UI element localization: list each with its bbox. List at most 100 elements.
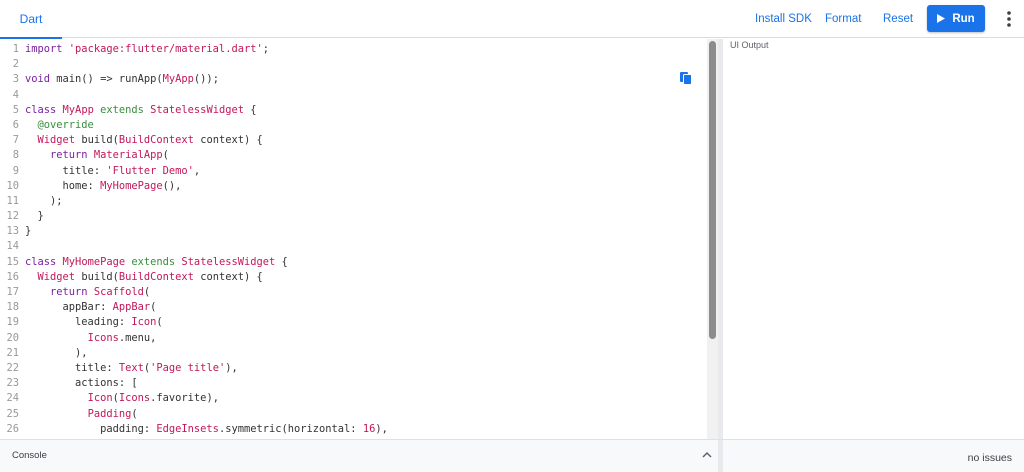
code-line[interactable]: class MyApp extends StatelessWidget { xyxy=(25,103,705,118)
code-line[interactable]: return Scaffold( xyxy=(25,285,705,300)
code-token: ( xyxy=(162,149,169,162)
code-line[interactable]: @override xyxy=(25,118,705,133)
ui-output-title: UI Output xyxy=(730,40,769,50)
code-token: appBar: xyxy=(25,301,113,314)
run-button[interactable]: Run xyxy=(927,5,985,32)
code-token: build( xyxy=(75,134,119,147)
code-line[interactable]: ); xyxy=(25,194,705,209)
code-token: ( xyxy=(143,286,151,298)
line-number: 24 xyxy=(6,392,19,405)
code-line[interactable]: actions: [ xyxy=(25,376,705,391)
code-line[interactable]: title: 'Flutter Demo', xyxy=(25,164,705,179)
console-toggle[interactable]: Console xyxy=(12,450,47,461)
code-token: AppBar xyxy=(112,301,151,314)
code-line[interactable]: padding: EdgeInsets.symmetric(horizontal… xyxy=(25,422,705,437)
code-token: extends xyxy=(131,255,182,268)
more-vert-icon[interactable] xyxy=(1000,9,1018,29)
code-token: padding: xyxy=(25,422,157,435)
code-token: ( xyxy=(156,316,163,329)
code-line[interactable] xyxy=(25,57,705,72)
code-token: Icon xyxy=(87,392,113,405)
code-token: MyApp xyxy=(162,73,194,86)
format-button[interactable]: Format xyxy=(825,0,861,38)
console-bar: Console no issues xyxy=(0,439,1024,472)
code-line[interactable]: void main() => runApp(MyApp()); xyxy=(25,72,705,87)
code-line[interactable]: title: Text('Page title'), xyxy=(25,361,705,376)
code-token: Widget xyxy=(37,134,76,147)
code-token: MyHomePage xyxy=(100,179,163,192)
line-number: 23 xyxy=(6,377,19,390)
code-token: 'package:flutter/material.dart' xyxy=(68,43,263,55)
code-line[interactable]: return MaterialApp( xyxy=(25,148,705,163)
code-line[interactable] xyxy=(25,239,705,254)
code-token: { xyxy=(275,255,288,268)
code-token: Icons xyxy=(87,331,119,344)
code-area[interactable]: import 'package:flutter/material.dart'; v… xyxy=(25,39,705,439)
code-line[interactable]: Icons.menu, xyxy=(25,331,705,346)
tab-dart-label: Dart xyxy=(19,12,43,26)
code-token: title: xyxy=(25,164,107,177)
code-token: build( xyxy=(75,270,119,283)
code-token: .menu, xyxy=(118,331,157,344)
code-line[interactable]: Padding( xyxy=(25,407,705,422)
reset-button[interactable]: Reset xyxy=(883,0,913,38)
code-line[interactable]: Widget build(BuildContext context) { xyxy=(25,270,705,285)
code-token: , xyxy=(193,164,201,177)
install-sdk-button[interactable]: Install SDK xyxy=(755,0,812,38)
line-number-gutter: 1 2 3 4 5 6 7 8 9 10 11 12 13 14 15 16 17 18 19 20 21 22 23 24 2… xyxy=(0,39,22,439)
line-number: 22 xyxy=(6,361,19,374)
code-token: } xyxy=(25,225,32,238)
code-token: @override xyxy=(37,118,94,131)
tab-dart[interactable]: Dart xyxy=(0,0,62,39)
editor-scrollbar[interactable] xyxy=(707,39,718,439)
line-number: 6 xyxy=(12,118,19,131)
line-number: 26 xyxy=(6,422,19,435)
code-line[interactable] xyxy=(25,88,705,103)
scrollbar-thumb[interactable] xyxy=(709,41,716,339)
line-number: 25 xyxy=(6,407,19,420)
code-token: ), xyxy=(25,346,88,359)
code-token: StatelessWidget xyxy=(181,255,276,268)
code-line[interactable]: leading: Icon( xyxy=(25,315,705,330)
code-line[interactable]: } xyxy=(25,209,705,224)
code-editor[interactable]: 1 2 3 4 5 6 7 8 9 10 11 12 13 14 15 16 17 18 19 20 21 22 23 24 2… xyxy=(0,39,718,439)
code-line[interactable]: Widget build(BuildContext context) { xyxy=(25,133,705,148)
code-token: .favorite), xyxy=(150,392,219,405)
code-token: } xyxy=(25,210,44,223)
code-token: ), xyxy=(375,422,388,435)
code-token: leading: xyxy=(25,316,132,329)
panel-divider xyxy=(718,440,723,472)
code-line[interactable]: Icon(Icons.favorite), xyxy=(25,391,705,406)
line-number: 3 xyxy=(12,73,19,86)
line-number: 16 xyxy=(6,270,19,283)
code-line[interactable]: } xyxy=(25,224,705,239)
issues-status: no issues xyxy=(967,452,1012,464)
line-number: 9 xyxy=(12,164,19,177)
code-token: Scaffold xyxy=(93,286,144,298)
line-number: 12 xyxy=(6,210,19,223)
code-token: 'Page title' xyxy=(150,361,226,374)
code-token: extends xyxy=(100,103,151,116)
code-token: MyHomePage xyxy=(62,255,132,268)
code-line[interactable]: home: MyHomePage(), xyxy=(25,179,705,194)
code-token: 16 xyxy=(362,422,376,435)
code-token: class xyxy=(25,255,63,268)
code-token: (), xyxy=(162,179,182,192)
code-line[interactable]: class MyHomePage extends StatelessWidget… xyxy=(25,255,705,270)
code-token: StatelessWidget xyxy=(150,103,244,116)
code-token: Widget xyxy=(37,270,76,283)
code-line[interactable]: appBar: AppBar( xyxy=(25,300,705,315)
code-token: BuildContext xyxy=(118,134,194,147)
code-line[interactable]: import 'package:flutter/material.dart'; xyxy=(25,42,705,57)
copy-icon[interactable] xyxy=(679,71,693,85)
line-number: 4 xyxy=(12,88,19,101)
chevron-up-icon[interactable] xyxy=(701,449,713,461)
code-token: 'Flutter Demo' xyxy=(106,164,194,177)
code-line[interactable]: ), xyxy=(25,346,705,361)
code-token: MyApp xyxy=(62,103,101,116)
line-number: 14 xyxy=(6,240,19,253)
code-token: home: xyxy=(25,179,101,192)
